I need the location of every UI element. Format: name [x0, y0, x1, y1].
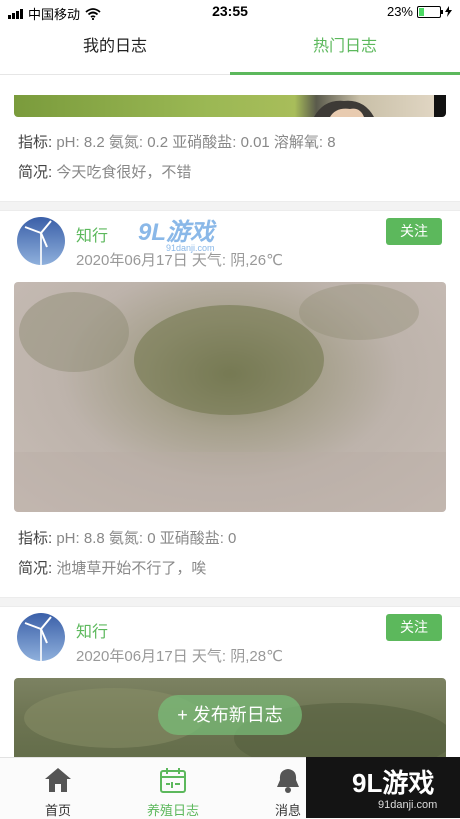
follow-button[interactable]: 关注 [386, 614, 442, 641]
entry-summary: 简况: 池塘草开始不行了，唉 [18, 557, 206, 578]
metrics-label: 指标: [18, 134, 53, 151]
log-tabs: 我的日志 热门日志 [0, 24, 460, 75]
metrics-values: pH: 8.2 氨氮: 0.2 亚硝酸盐: 0.01 溶解氧: 8 [56, 134, 336, 151]
tab-my-logs[interactable]: 我的日志 [0, 24, 230, 74]
wind-turbine-icon [24, 616, 52, 661]
entry-photo[interactable] [14, 282, 446, 512]
watermark-brand: 9L游戏 [138, 219, 215, 246]
entry-metrics: 指标: pH: 8.8 氨氮: 0 亚硝酸盐: 0 [18, 527, 236, 548]
tab-hot-logs[interactable]: 热门日志 [230, 24, 460, 75]
metrics-label: 指标: [18, 530, 53, 547]
follow-button[interactable]: 关注 [386, 218, 442, 245]
hand-shape [314, 95, 446, 117]
author-name[interactable]: 知行 [76, 618, 108, 642]
battery-percent: 23% [386, 4, 413, 19]
status-bar: 中国移动 23:55 23% [0, 0, 460, 24]
battery-icon [417, 5, 443, 18]
corner-watermark-brand: 9L游戏 [352, 768, 435, 798]
divider [0, 597, 460, 607]
charging-icon [445, 6, 452, 17]
pond-grass-shape [14, 284, 446, 512]
nav-breeding-log-label: 养殖日志 [146, 803, 199, 818]
home-icon [45, 768, 71, 792]
nav-home-label: 首页 [44, 803, 71, 818]
entry-metrics: 指标: pH: 8.2 氨氮: 0.2 亚硝酸盐: 0.01 溶解氧: 8 [18, 131, 336, 152]
author-name[interactable]: 知行 [76, 222, 108, 246]
status-right: 23% [387, 4, 452, 19]
summary-label: 简况: [18, 560, 53, 577]
wind-turbine-icon [24, 220, 52, 265]
publish-log-button[interactable]: + 发布新日志 [158, 695, 302, 735]
avatar[interactable] [17, 217, 65, 265]
summary-label: 简况: [18, 164, 53, 181]
entry-date-weather: 2020年06月17日 天气: 阴,28℃ [76, 648, 283, 665]
log-feed[interactable]: 指标: pH: 8.2 氨氮: 0.2 亚硝酸盐: 0.01 溶解氧: 8 简况… [0, 75, 460, 757]
summary-text: 池塘草开始不行了，唉 [56, 560, 207, 577]
watermark-logo: 9L游戏 91danji.com [138, 212, 215, 253]
divider [0, 201, 460, 211]
summary-text: 今天吃食很好，不错 [56, 164, 192, 181]
bell-icon [277, 769, 299, 793]
nav-home[interactable]: 首页 [12, 758, 104, 819]
calendar-icon [160, 768, 186, 793]
metrics-values: pH: 8.8 氨氮: 0 亚硝酸盐: 0 [56, 530, 237, 547]
corner-watermark: 9L游戏 91danji.com [306, 757, 460, 818]
watermark-url: 91danji.com [166, 243, 215, 253]
corner-watermark-url: 91danji.com [378, 799, 438, 811]
nav-breeding-log[interactable]: 养殖日志 [127, 758, 219, 819]
entry-summary: 简况: 今天吃食很好，不错 [18, 161, 191, 182]
avatar[interactable] [17, 613, 65, 661]
entry-photo[interactable] [14, 95, 446, 117]
